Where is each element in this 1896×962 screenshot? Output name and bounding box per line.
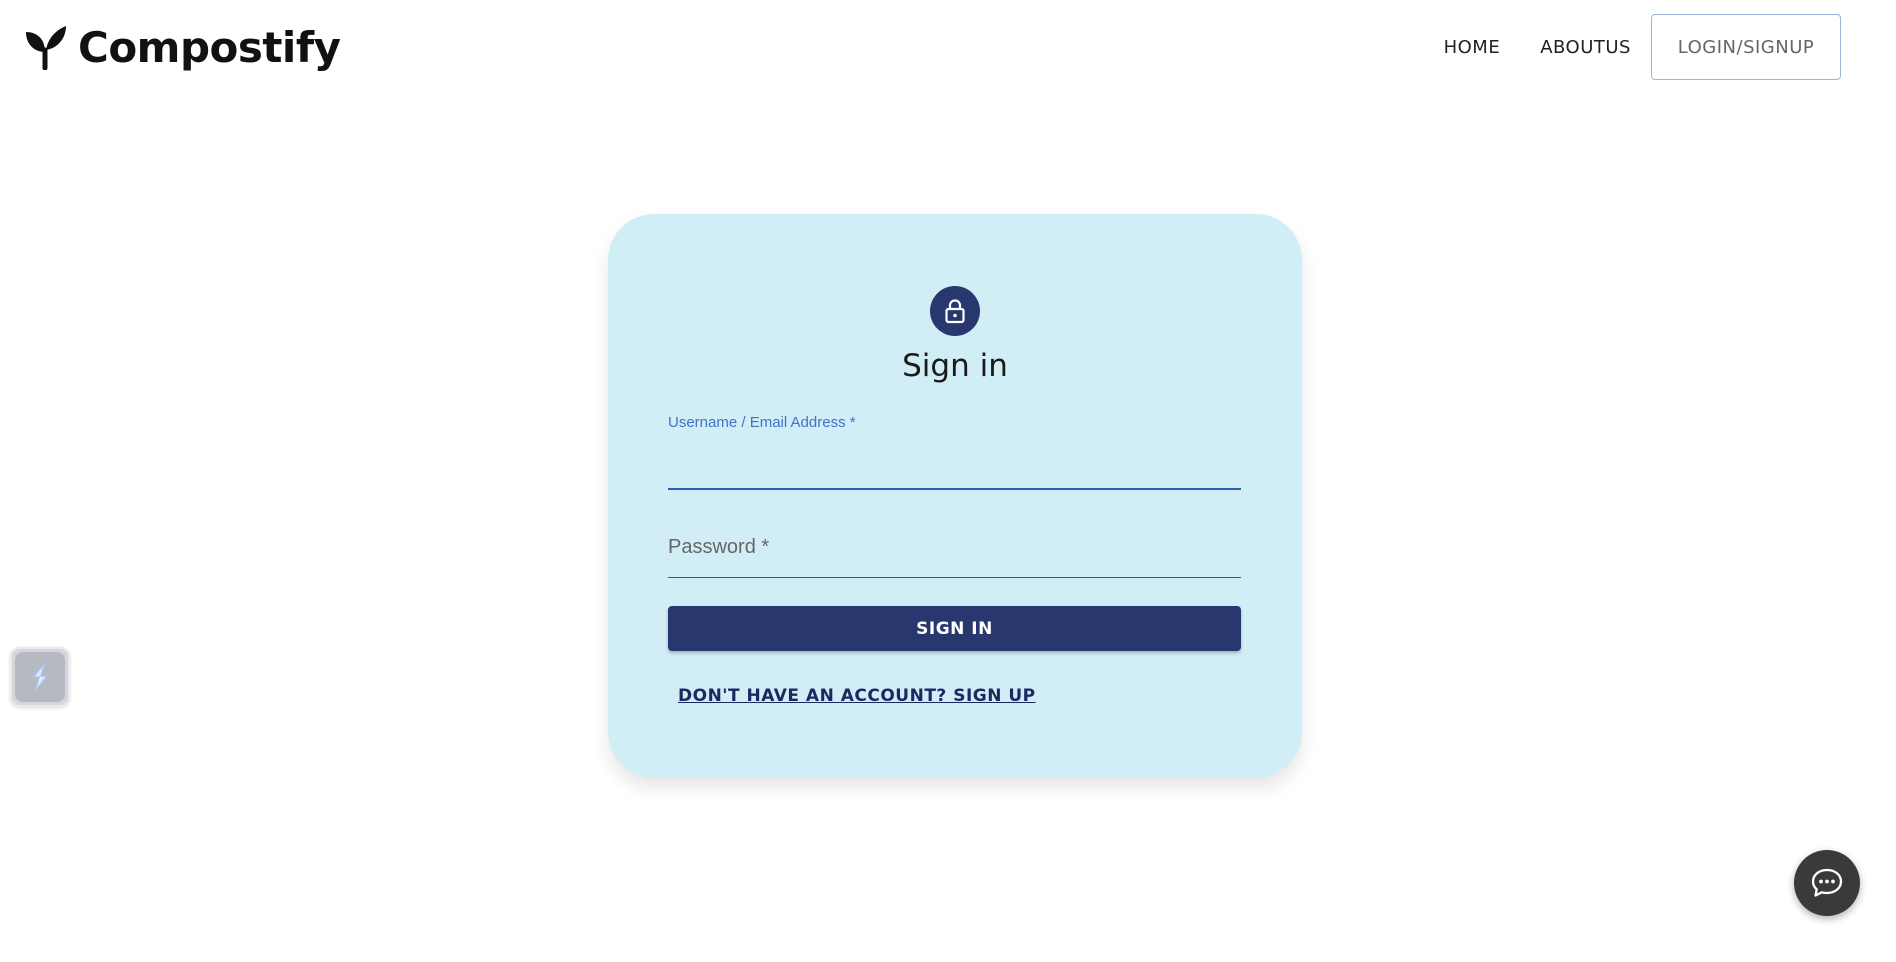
site-header: Compostify HOME ABOUTUS LOGIN/SIGNUP [0, 0, 1896, 94]
extension-widget-inner [15, 652, 65, 702]
extension-icon [32, 662, 48, 692]
sprout-icon [26, 26, 66, 70]
signin-button[interactable]: SIGN IN [668, 606, 1241, 651]
nav-about[interactable]: ABOUTUS [1520, 37, 1651, 58]
signup-link[interactable]: DON'T HAVE AN ACCOUNT? SIGN UP [678, 686, 1036, 706]
username-underline [668, 488, 1241, 490]
extension-widget[interactable] [10, 647, 70, 707]
signin-title: Sign in [902, 348, 1008, 384]
brand-name: Compostify [78, 22, 341, 72]
password-field[interactable]: Password * [668, 526, 1241, 578]
password-input[interactable] [668, 542, 1241, 578]
username-field[interactable]: Username / Email Address * [668, 414, 1241, 490]
nav-login-signup-button[interactable]: LOGIN/SIGNUP [1651, 14, 1841, 80]
signin-card: Sign in Username / Email Address * Passw… [608, 214, 1302, 778]
main-nav: HOME ABOUTUS LOGIN/SIGNUP [1424, 14, 1896, 80]
password-underline [668, 577, 1241, 578]
chat-button[interactable] [1794, 850, 1860, 916]
chat-bubble-icon [1811, 868, 1843, 897]
username-input[interactable] [668, 454, 1241, 490]
lock-avatar [930, 286, 980, 336]
lock-icon [945, 299, 965, 324]
username-label: Username / Email Address * [668, 414, 856, 431]
brand-link[interactable]: Compostify [24, 22, 341, 72]
nav-home[interactable]: HOME [1424, 37, 1521, 58]
